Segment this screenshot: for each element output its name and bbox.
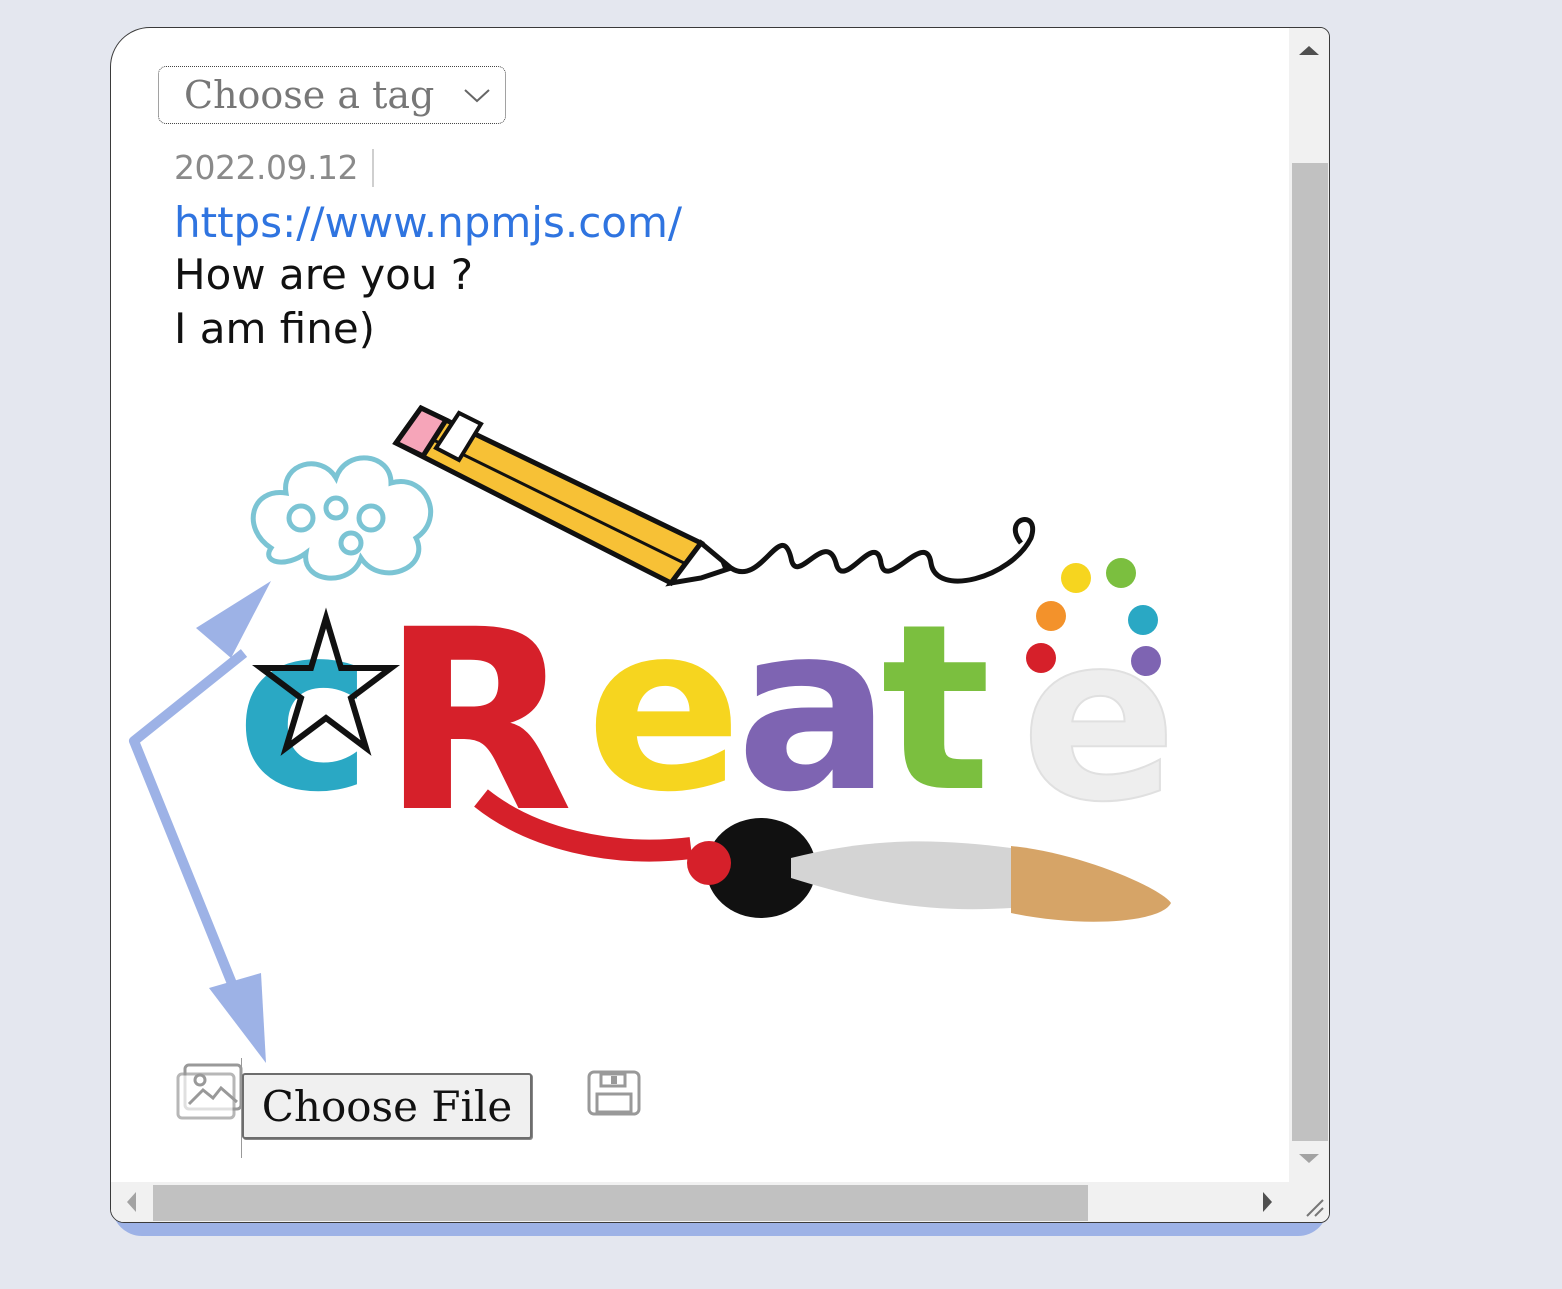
scroll-right-arrow-icon[interactable] — [1263, 1192, 1272, 1212]
chevron-down-icon — [464, 89, 490, 103]
cloud-doodle — [250, 455, 434, 581]
horizontal-scroll-thumb[interactable] — [153, 1185, 1088, 1221]
scribble-doodle — [729, 517, 1036, 584]
letter-e: e — [586, 576, 742, 843]
resize-grip-icon[interactable] — [1303, 1196, 1325, 1218]
post-date-row: 2022.09.12 — [174, 148, 374, 187]
post-text-line-2: I am fine) — [174, 304, 376, 353]
vertical-scrollbar[interactable] — [1289, 28, 1329, 1183]
post-link[interactable]: https://www.npmjs.com/ — [174, 198, 682, 247]
post-date: 2022.09.12 — [174, 148, 358, 187]
choose-file-button[interactable]: Choose File — [242, 1073, 532, 1139]
resize-handle[interactable] — [1289, 1182, 1329, 1222]
pencil-doodle — [392, 404, 737, 587]
letter-t: t — [881, 576, 991, 843]
floppy-disk-icon[interactable] — [587, 1070, 641, 1116]
scroll-down-arrow-icon[interactable] — [1299, 1154, 1319, 1163]
tag-select[interactable]: Choose a tag — [158, 66, 506, 124]
tag-select-label: Choose a tag — [184, 73, 435, 117]
create-letters: c R e a t e — [236, 576, 1178, 867]
date-divider — [371, 149, 374, 187]
post-editor-card: Choose a tag 2022.09.12 https://www.npmj… — [110, 27, 1330, 1223]
image-icon[interactable] — [175, 1062, 245, 1124]
letter-a: a — [736, 576, 891, 843]
create-artwork-image: c R e a t e — [236, 404, 1178, 922]
scroll-up-arrow-icon[interactable] — [1299, 46, 1319, 55]
post-text-line-1: How are you ? — [174, 250, 474, 299]
vertical-scroll-thumb[interactable] — [1292, 163, 1328, 1141]
horizontal-scrollbar[interactable] — [111, 1182, 1291, 1222]
scroll-left-arrow-icon[interactable] — [127, 1192, 136, 1212]
